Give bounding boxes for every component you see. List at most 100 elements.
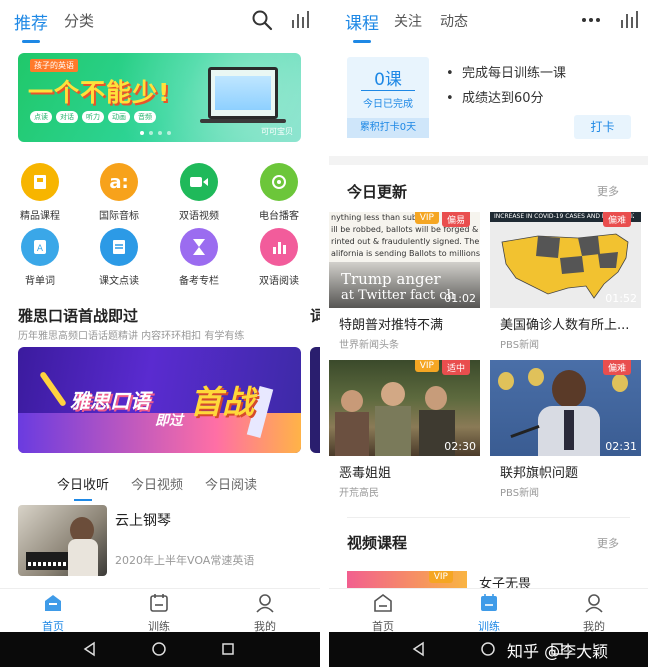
grid-label: 电台播客 bbox=[259, 211, 299, 222]
stats-icon[interactable] bbox=[617, 8, 641, 32]
course-thumbnail[interactable]: VIP bbox=[347, 571, 467, 588]
calendar-icon bbox=[150, 594, 168, 612]
grid-item-bilingual-reading[interactable]: 双语阅读 bbox=[241, 228, 317, 287]
video-courses-title: 视频课程 bbox=[347, 534, 408, 552]
daily-progress-card: 0课 今日已完成 累积打卡0天 bbox=[347, 57, 429, 138]
difficulty-badge: 偏易 bbox=[441, 212, 470, 227]
nav-training[interactable]: 训练 bbox=[129, 593, 189, 634]
video-card[interactable]: INCREASE IN COVID-19 CASES AND HOSPITALI… bbox=[490, 212, 641, 351]
user-icon bbox=[256, 594, 274, 613]
tab-activity[interactable]: 动态 bbox=[440, 11, 468, 31]
promo-banner[interactable]: 孩子的英语 一个不能少! 点读 对话 听力 动画 音频 可可宝贝 bbox=[18, 53, 301, 142]
goal-item: • 完成每日训练一课 bbox=[446, 66, 566, 81]
home-circle-icon[interactable] bbox=[151, 641, 167, 657]
grid-item-videos[interactable]: 双语视频 bbox=[161, 163, 237, 222]
divider bbox=[329, 156, 648, 165]
home-icon bbox=[374, 594, 392, 612]
lessons-completed: 0课 bbox=[374, 70, 402, 90]
system-nav-bar: 知乎 @李大颖 bbox=[329, 632, 648, 667]
video-duration: 01:02 bbox=[444, 292, 476, 305]
home-icon bbox=[45, 595, 61, 611]
back-icon[interactable] bbox=[82, 641, 98, 657]
video-title: 美国确诊人数有所上... bbox=[500, 318, 630, 333]
tab-courses[interactable]: 课程 bbox=[345, 9, 379, 43]
grid-label: 双语阅读 bbox=[259, 276, 299, 287]
video-camera-icon bbox=[180, 163, 218, 201]
video-thumbnail: 偏难 02:31 bbox=[490, 360, 641, 456]
video-title: 恶毒姐姐 bbox=[339, 466, 392, 481]
search-icon[interactable] bbox=[250, 8, 274, 32]
video-source: 开荒高民 bbox=[339, 488, 379, 499]
video-card[interactable]: nything less than subst... ill be robbed,… bbox=[329, 212, 480, 351]
nav-profile[interactable]: 我的 bbox=[235, 593, 295, 634]
grid-label: 国际音标 bbox=[99, 211, 139, 222]
svg-text:A: A bbox=[37, 244, 44, 254]
grid-item-vocabulary[interactable]: A 背单词 bbox=[2, 228, 78, 287]
training-screen: 课程 关注 动态 0课 今日已完成 累积打卡0天 • 完成每日训练一课 • 成绩… bbox=[329, 0, 648, 667]
grid-item-exam-prep[interactable]: 备考专栏 bbox=[161, 228, 237, 287]
nav-home[interactable]: 首页 bbox=[353, 593, 413, 634]
course-title[interactable]: 女子无畏 bbox=[479, 573, 531, 588]
grid-item-text-reading[interactable]: 课文点读 bbox=[81, 228, 157, 287]
home-screen: 推荐 分类 孩子的英语 一个不能少! 点读 对话 听力 动画 音频 可可宝贝 精… bbox=[0, 0, 320, 667]
laptop-illustration bbox=[208, 67, 278, 119]
grid-label: 精品课程 bbox=[20, 211, 60, 222]
difficulty-badge: 适中 bbox=[441, 360, 470, 375]
video-duration: 01:52 bbox=[605, 292, 637, 305]
banner-chip: 点读 bbox=[30, 111, 52, 123]
nav-training[interactable]: 训练 bbox=[459, 593, 519, 634]
grid-item-podcast[interactable]: 电台播客 bbox=[241, 163, 317, 222]
video-title: 特朗普对推特不满 bbox=[339, 318, 444, 333]
today-updates-title: 今日更新 bbox=[347, 183, 408, 201]
banner-title: 一个不能少! bbox=[28, 78, 171, 107]
video-card[interactable]: 偏难 02:31 联邦旗帜问题 PBS新闻 bbox=[490, 360, 641, 499]
home-circle-icon[interactable] bbox=[480, 641, 496, 657]
flashcard-icon: A bbox=[21, 228, 59, 266]
section-title: 雅思口语首战即过 bbox=[18, 307, 139, 325]
carousel-dots bbox=[140, 131, 171, 135]
ielts-banner[interactable]: 雅思口语 首战 即过 bbox=[18, 347, 301, 453]
ielts-banner-text2: 首战 bbox=[190, 383, 255, 421]
video-thumbnail: VIP 适中 02:30 bbox=[329, 360, 480, 456]
video-source: PBS新闻 bbox=[500, 340, 540, 351]
recents-icon[interactable] bbox=[220, 641, 236, 657]
difficulty-badge: 偏难 bbox=[602, 212, 631, 227]
bar-chart-icon bbox=[260, 228, 298, 266]
video-card[interactable]: VIP 适中 02:30 恶毒姐姐 开荒高民 bbox=[329, 360, 480, 499]
listening-subtitle: 2020年上半年VOA常速英语 bbox=[115, 554, 255, 567]
grid-label: 背单词 bbox=[25, 276, 55, 287]
tab-today-reading[interactable]: 今日阅读 bbox=[205, 474, 257, 493]
stats-icon[interactable] bbox=[288, 8, 312, 32]
listening-thumbnail[interactable] bbox=[18, 505, 107, 576]
ielts-banner-text3: 即过 bbox=[155, 413, 183, 429]
video-thumbnail: nything less than subst... ill be robbed,… bbox=[329, 212, 480, 308]
nav-home[interactable]: 首页 bbox=[23, 593, 83, 634]
phonetic-icon: a: bbox=[100, 163, 138, 201]
vip-badge: VIP bbox=[414, 212, 439, 224]
nav-profile[interactable]: 我的 bbox=[564, 593, 624, 634]
next-banner-peek bbox=[310, 347, 320, 453]
video-caption: at Twitter fact ch bbox=[341, 288, 455, 303]
podcast-icon bbox=[260, 163, 298, 201]
back-icon[interactable] bbox=[411, 641, 427, 657]
grid-item-phonetics[interactable]: a: 国际音标 bbox=[81, 163, 157, 222]
watermark: 知乎 @李大颖 bbox=[507, 642, 609, 661]
listening-title[interactable]: 云上钢琴 bbox=[115, 510, 171, 530]
checkin-button[interactable]: 打卡 bbox=[574, 115, 631, 139]
video-duration: 02:31 bbox=[605, 440, 637, 453]
tab-recommend[interactable]: 推荐 bbox=[14, 9, 48, 43]
divider bbox=[347, 517, 630, 518]
more-link[interactable]: 更多 bbox=[597, 535, 619, 551]
top-bar: 推荐 分类 bbox=[0, 0, 320, 43]
grid-label: 备考专栏 bbox=[179, 276, 219, 287]
grid-item-courses[interactable]: 精品课程 bbox=[2, 163, 78, 222]
banner-corner-label: 孩子的英语 bbox=[30, 59, 78, 72]
tab-today-listening[interactable]: 今日收听 bbox=[57, 474, 109, 501]
tab-follow[interactable]: 关注 bbox=[394, 11, 422, 31]
more-link[interactable]: 更多 bbox=[597, 183, 619, 199]
banner-chip: 听力 bbox=[82, 111, 104, 123]
video-source: 世界新闻头条 bbox=[339, 340, 399, 351]
more-dots-icon[interactable] bbox=[579, 8, 603, 32]
tab-category[interactable]: 分类 bbox=[64, 10, 94, 31]
tab-today-video[interactable]: 今日视频 bbox=[131, 474, 183, 493]
